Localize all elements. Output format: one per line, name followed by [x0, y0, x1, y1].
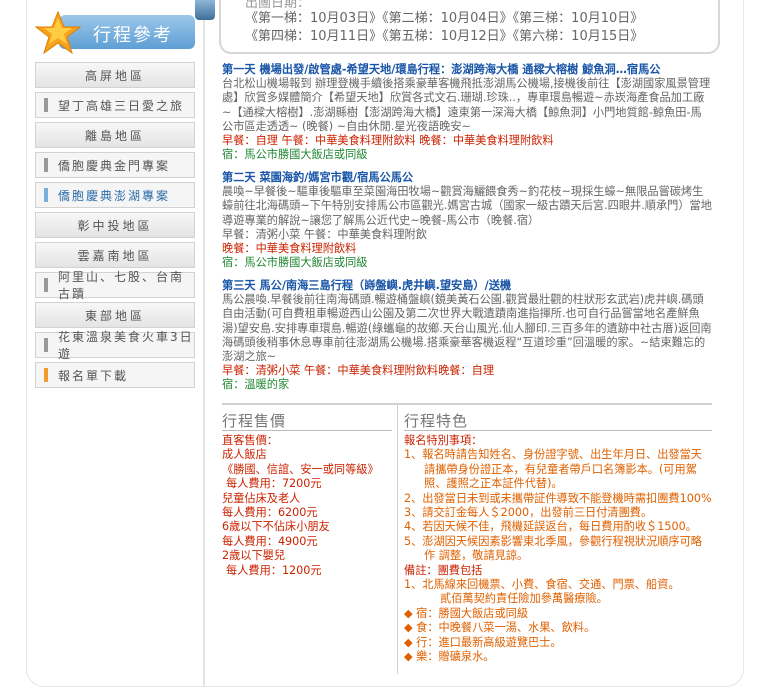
- sidebar-title: 行程參考: [93, 25, 173, 46]
- day-2-section: 第二天 菜園海釣/媽宮市觀/宿馬公馬公 晨喚~早餐後~驅車後驅車至菜園海田牧場~…: [222, 171, 712, 270]
- price-line: 兒童佔床及老人: [222, 491, 301, 505]
- sidebar-item-label: 高屏地區: [84, 68, 145, 83]
- feature-line: 4、若因天候不佳，飛機延誤返台，每日費用酌收＄1500。: [404, 520, 697, 534]
- sidebar-item[interactable]: 僑胞慶典澎湖專案: [35, 182, 195, 208]
- day-1-section: 第一天 機場出發/啟管處-希望天地/環島行程：澎湖跨海大橋 通樑大榕樹 鯨魚洞……: [222, 63, 712, 162]
- feature-line: 5、澎湖因天候因素影響東北季風，參觀行程視狀況順序可略: [404, 534, 702, 548]
- sidebar-header: 行程參考: [35, 10, 195, 56]
- day-3-section: 第三天 馬公/南海三島行程（嵵盤嶼.虎井嶼.望安島）/送機 馬公晨喚.早餐後前往…: [222, 279, 712, 393]
- sidebar-item[interactable]: 雲嘉南地區: [35, 242, 195, 268]
- feature-line: 3、請交訂金每人＄2000，出發前三日付清團費。: [404, 506, 653, 520]
- price-line: 每人費用：1200元: [226, 563, 322, 577]
- feature-line: 作 調整，敬請見諒。: [424, 549, 529, 563]
- sidebar-item-label: 東部地區: [84, 308, 145, 323]
- feature-line: 照、護照之正本証件代替)。: [424, 477, 563, 491]
- dates-line-2: 《第四梯：10月11日》《第五梯：10月12日》《第六梯：10月15日》: [245, 29, 644, 44]
- price-line: 每人費用：4900元: [222, 534, 318, 548]
- sidebar-item[interactable]: 東部地區: [35, 302, 195, 328]
- feature-line: 貳佰萬契約責任險加參萬醫療險。: [440, 592, 608, 606]
- feature-line: 2、出發當日未到或未攜帶証件導致不能登機時需扣團費100%: [404, 491, 712, 505]
- price-line: 《勝國、信誼、安一或同等級》: [222, 462, 379, 476]
- sidebar-item[interactable]: 報名單下載: [35, 362, 195, 388]
- day-1-meals: 早餐：自理 午餐：中華美食料理附飲料 晚餐：中華美食料理附飲料: [222, 134, 554, 148]
- sidebar-item-label: 僑胞慶典澎湖專案: [58, 188, 171, 203]
- day-3-meals: 早餐：清粥小菜 午餐：中華美食料理附飲料晚餐：自理: [222, 364, 495, 378]
- sidebar-item-label: 彰中投地區: [77, 218, 153, 233]
- day-3-title: 第三天 馬公/南海三島行程（嵵盤嶼.虎井嶼.望安島）/送機: [222, 279, 512, 292]
- departure-dates-box: 出團日期： 《第一梯：10月03日》《第二梯：10月04日》《第三梯：10月10…: [219, 0, 720, 54]
- sidebar-item[interactable]: 花東溫泉美食火車3日遊: [35, 330, 195, 361]
- features-title: 行程特色: [404, 412, 469, 430]
- feature-line: ◆ 宿：勝國大飯店或同級: [404, 606, 529, 620]
- sidebar-item-label: 阿里山、七股、台南古蹟: [58, 270, 185, 301]
- sidebar-item[interactable]: 望丁高雄三日愛之旅: [35, 92, 195, 118]
- price-line: 2歲以下嬰兒: [222, 549, 286, 563]
- price-line: 直客售價：: [222, 434, 278, 447]
- section-divider: [222, 403, 712, 405]
- sidebar-item[interactable]: 阿里山、七股、台南古蹟: [35, 270, 195, 301]
- sidebar-menu: 高屏地區望丁高雄三日愛之旅離島地區僑胞慶典金門專案 僑胞慶典澎湖專案 彰中投地區雲嘉…: [35, 62, 195, 392]
- sidebar-item-label: 花東溫泉美食火車3日遊: [58, 330, 194, 361]
- day-1-body: 台北松山機場報到 辦理登機手續後搭乘豪華客機飛抵澎湖馬公機場,接機後前往【澎湖國…: [222, 77, 711, 133]
- feature-line: ◆ 食：中晚餐八菜一湯、水果、飲料。: [404, 621, 596, 635]
- sidebar-item[interactable]: 彰中投地區: [35, 212, 195, 238]
- header-photo-strip: [195, 0, 215, 20]
- day-1-stay: 宿：馬公市勝國大飯店或同級: [222, 148, 368, 162]
- price-line: 每人費用：6200元: [222, 506, 318, 520]
- day-2-title: 第二天 菜園海釣/媽宮市觀/宿馬公馬公: [222, 171, 414, 184]
- price-list: 直客售價： 成人飯店 《勝國、信誼、安一或同等級》 每人費用：7200元 兒童佔床及老人…: [222, 434, 392, 578]
- feature-line: ◆ 樂：贈礦泉水。: [404, 650, 495, 664]
- price-title: 行程售價: [222, 412, 287, 430]
- price-line: 6歲以下不佔床小朋友: [222, 520, 330, 534]
- features-title-underline: [404, 430, 712, 431]
- sidebar-item[interactable]: 高屏地區: [35, 62, 195, 88]
- star-icon: [35, 10, 81, 55]
- feature-line: 1、報名時請告知姓名、身份證字號、出生年月日、出發當天: [404, 448, 702, 462]
- feature-line: 1、北馬線來回機票、小費、食宿、交通、門票、船資。: [404, 578, 680, 592]
- sidebar-item-label: 離島地區: [84, 128, 145, 143]
- column-divider: [203, 0, 205, 686]
- panel-divider: [397, 404, 398, 674]
- day-3-body: 馬公晨喚.早餐後前往南海碼頭.暢遊桶盤嶼(鏡美黃石公園.觀賞最壯觀的柱狀形玄武岩…: [222, 293, 712, 364]
- feature-line: 報名特別事項：: [404, 434, 483, 447]
- sidebar-item-label: 望丁高雄三日愛之旅: [58, 98, 185, 113]
- price-line: 成人飯店: [222, 448, 267, 462]
- sidebar-item-label: 雲嘉南地區: [77, 248, 153, 263]
- day-3-stay: 宿：溫暖的家: [222, 378, 290, 392]
- sidebar-item-label: 僑胞慶典金門專案: [58, 158, 171, 173]
- day-1-title: 第一天 機場出發/啟管處-希望天地/環島行程：澎湖跨海大橋 通樑大榕樹 鯨魚洞……: [222, 63, 661, 76]
- sidebar-item[interactable]: 離島地區: [35, 122, 195, 148]
- sidebar-item[interactable]: 僑胞慶典金門專案: [35, 152, 195, 178]
- feature-line: ◆ 行：進口最新高級遊覽巴士。: [404, 635, 562, 649]
- price-title-underline: [222, 430, 392, 431]
- price-line: 每人費用：7200元: [226, 477, 322, 491]
- day-2-stay: 宿：馬公市勝國大飯店或同級: [222, 256, 368, 270]
- dates-line-1: 《第一梯：10月03日》《第二梯：10月04日》《第三梯：10月10日》: [245, 11, 644, 26]
- feature-line: 備註：團費包括: [404, 563, 483, 577]
- sidebar-item-label: 報名單下載: [58, 368, 129, 383]
- feature-line: 請攜帶身份證正本，有兒童者帶戶口名簿影本。(可用駕: [424, 462, 697, 476]
- day-2-meals-2: 晚餐：中華美食料理附飲料: [222, 242, 357, 256]
- day-2-body: 晨喚~早餐後~驅車後驅車至菜園海田牧場~觀賞海鱺餵食秀~釣花枝~現採生蠔~無限品…: [222, 185, 712, 227]
- day-2-meals-1: 早餐：清粥小菜 午餐：中華美食料理附飲: [222, 227, 427, 241]
- features-list: 報名特別事項： 1、報名時請告知姓名、身份證字號、出生年月日、出發當天 請攜帶身份證…: [404, 434, 729, 665]
